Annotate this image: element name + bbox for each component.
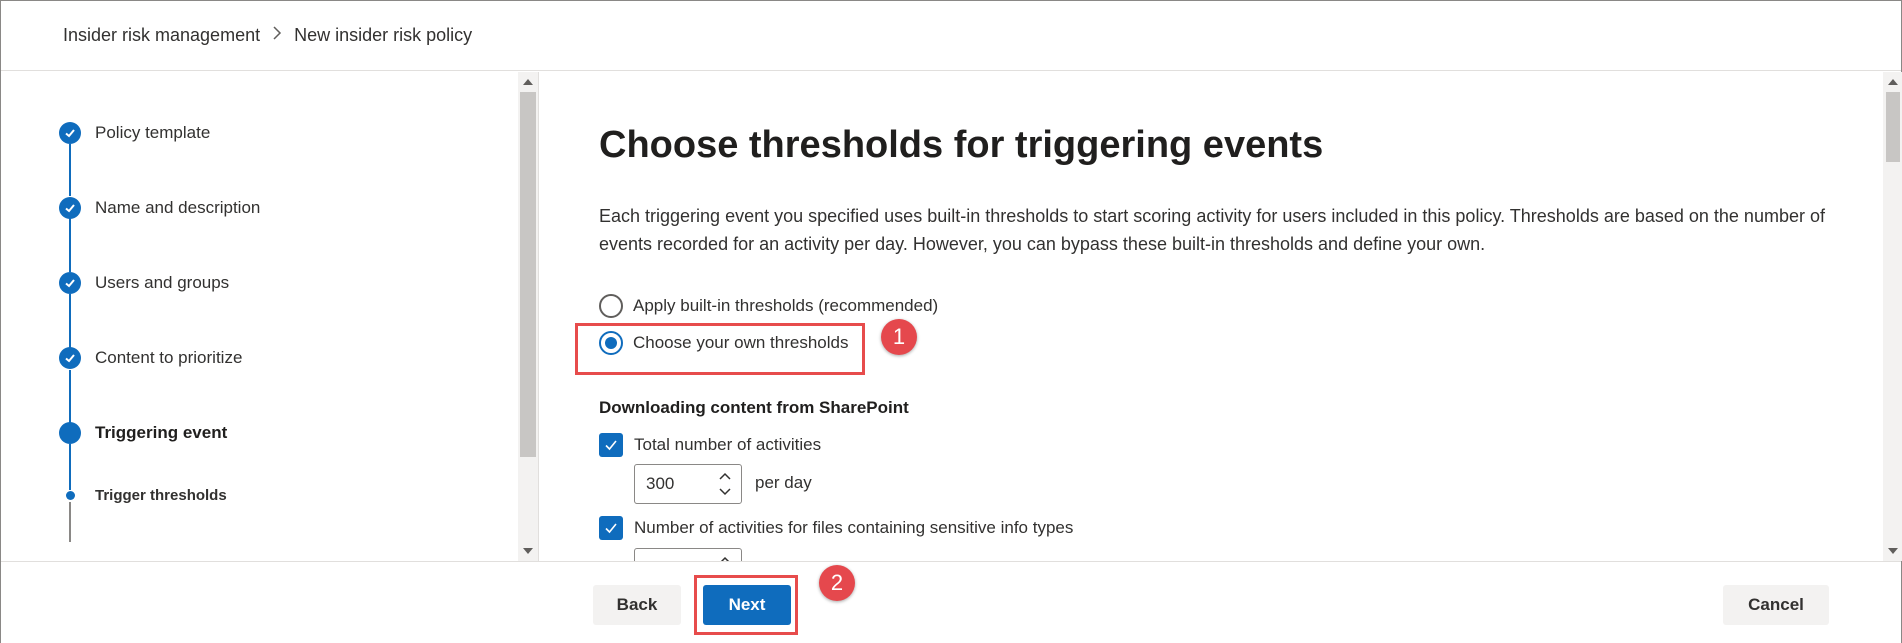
scroll-up-icon[interactable]: [523, 79, 533, 85]
step-label: Trigger thresholds: [95, 486, 227, 504]
wizard-footer: Back Next 2 Cancel: [1, 561, 1901, 643]
next-button[interactable]: Next: [703, 585, 791, 625]
section-heading: Downloading content from SharePoint: [599, 398, 909, 417]
main-scrollbar[interactable]: [1883, 72, 1902, 561]
page-description: Each triggering event you specified uses…: [599, 206, 1825, 254]
current-substep-indicator: [66, 490, 75, 500]
checkbox-checked[interactable]: [599, 433, 623, 457]
breadcrumb-new-insider-risk-policy: New insider risk policy: [294, 25, 473, 45]
scroll-down-icon[interactable]: [523, 548, 533, 554]
callout-badge-1: 1: [881, 319, 917, 355]
checkbox-label: Number of activities for files containin…: [634, 518, 1074, 537]
breadcrumb-insider-risk-management[interactable]: Insider risk management: [63, 25, 260, 46]
callout-highlight-box: [575, 323, 865, 375]
checkbox-total-activities[interactable]: Total number of activities: [599, 432, 821, 458]
page-title: Choose thresholds for triggering events: [599, 124, 1324, 166]
sensitive-activities-spin-input[interactable]: [634, 548, 742, 561]
checkbox-sensitive-activities[interactable]: Number of activities for files containin…: [599, 515, 1073, 541]
step-connector: [69, 144, 71, 196]
checkmark-icon: [59, 347, 81, 369]
total-activities-spin-input[interactable]: 300: [634, 464, 742, 504]
radio-button[interactable]: [599, 294, 623, 318]
unit-label: per day: [755, 473, 812, 492]
cancel-button[interactable]: Cancel: [1723, 585, 1829, 625]
checkmark-icon: [605, 523, 617, 534]
current-step-indicator: [59, 422, 81, 444]
step-label: Triggering event: [95, 423, 228, 442]
step-connector: [69, 370, 71, 424]
step-label: Name and description: [95, 198, 261, 217]
chevron-up-icon[interactable]: [717, 469, 733, 483]
step-connector: [69, 294, 71, 348]
checkmark-icon: [605, 440, 617, 451]
checkbox-checked[interactable]: [599, 516, 623, 540]
checkmark-icon: [59, 122, 81, 144]
left-scrollbar[interactable]: [518, 72, 538, 561]
chevron-right-icon: [272, 26, 282, 45]
scroll-up-icon[interactable]: [1888, 79, 1898, 85]
step-label: Policy template: [95, 123, 211, 142]
scroll-thumb[interactable]: [1886, 92, 1900, 162]
checkbox-label: Total number of activities: [634, 435, 822, 454]
scroll-thumb[interactable]: [520, 92, 536, 457]
callout-badge-2: 2: [819, 565, 855, 601]
chevron-up-icon[interactable]: [717, 553, 733, 561]
step-label: Users and groups: [95, 273, 230, 292]
checkmark-icon: [59, 197, 81, 219]
breadcrumb: Insider risk management New insider risk…: [1, 1, 1901, 71]
wizard-window: Insider risk management New insider risk…: [0, 0, 1902, 643]
step-connector: [69, 502, 71, 542]
radio-built-in-thresholds[interactable]: Apply built-in thresholds (recommended): [599, 292, 938, 320]
spin-value[interactable]: 300: [646, 474, 674, 494]
chevron-down-icon[interactable]: [717, 485, 733, 499]
wizard-steps-nav: Policy template Name and description Use…: [1, 72, 521, 561]
back-button[interactable]: Back: [593, 585, 681, 625]
step-label: Content to prioritize: [95, 348, 243, 367]
step-connector: [69, 218, 71, 272]
scroll-down-icon[interactable]: [1888, 548, 1898, 554]
radio-label: Apply built-in thresholds (recommended): [633, 296, 939, 315]
step-connector: [69, 444, 71, 490]
main-content: Choose thresholds for triggering events …: [539, 72, 1883, 561]
checkmark-icon: [59, 272, 81, 294]
